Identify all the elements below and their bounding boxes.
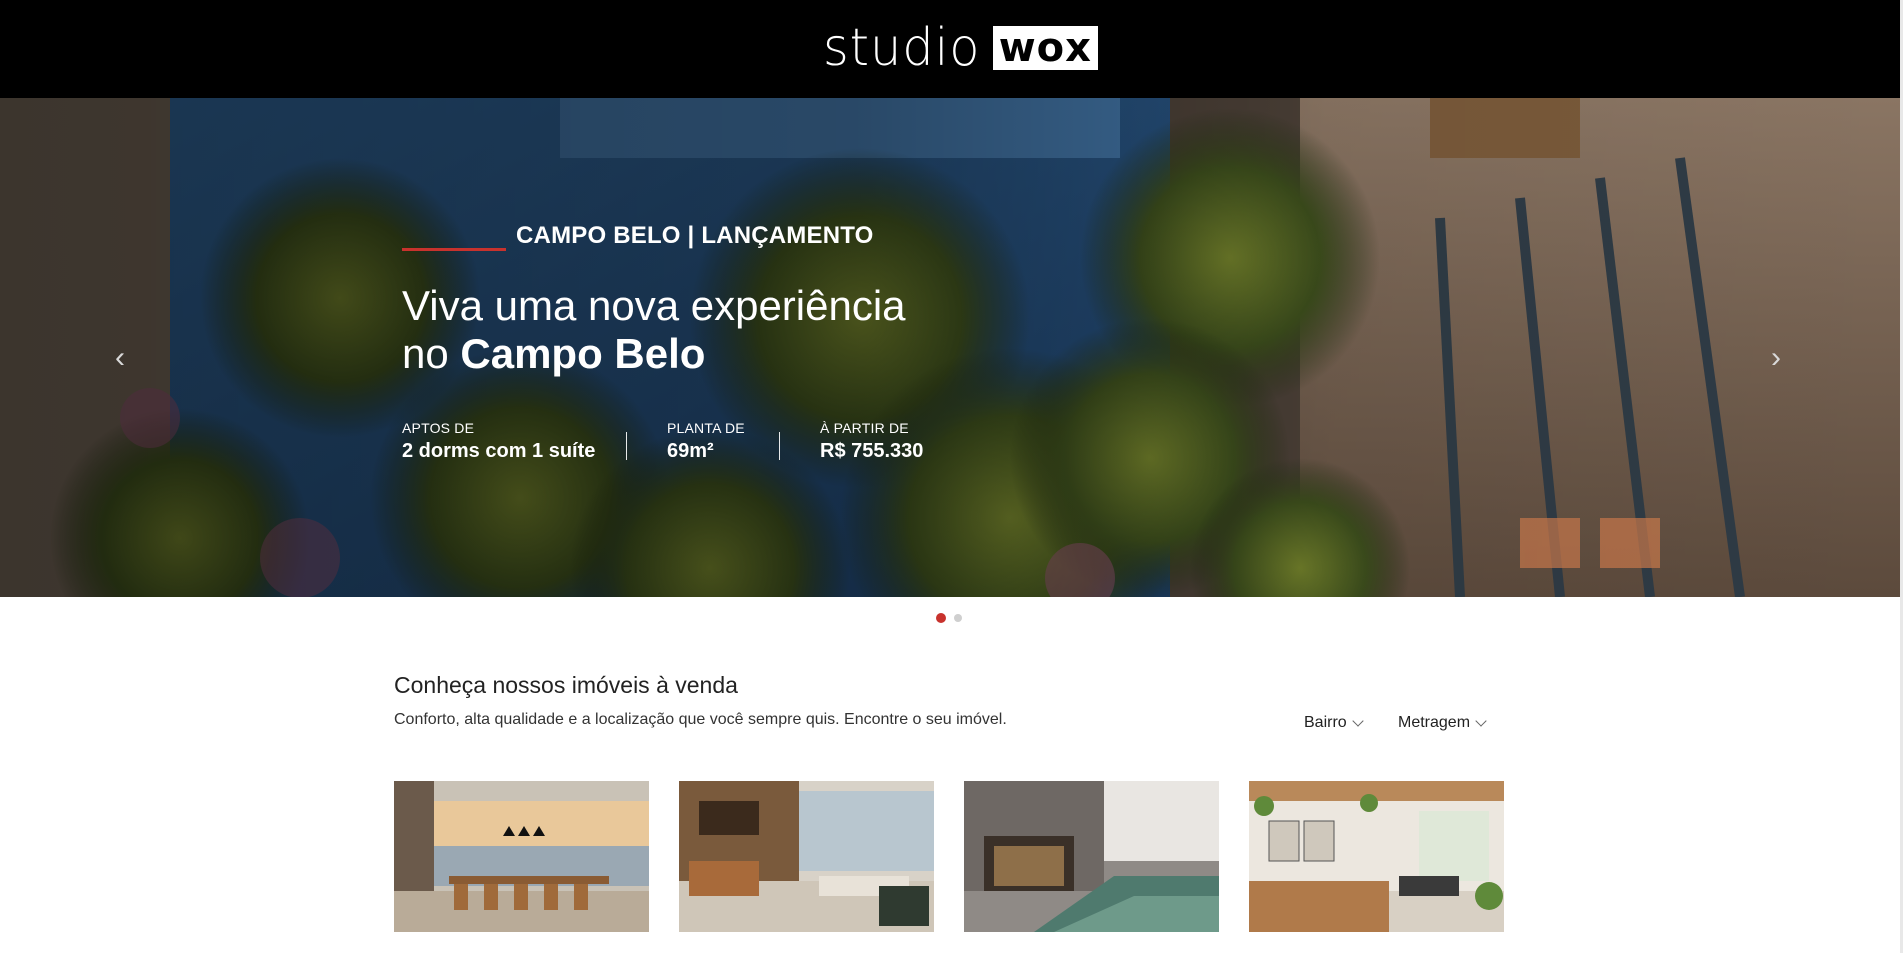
property-card-image[interactable]: [394, 781, 649, 932]
spec-price: À PARTIR DE R$ 755.330: [820, 420, 923, 463]
chevron-right-icon[interactable]: ›: [1762, 340, 1790, 376]
property-photo-dining: [394, 781, 649, 932]
spec-bedrooms: APTOS DE 2 dorms com 1 suíte: [402, 420, 595, 463]
spec-divider: [779, 432, 780, 460]
property-card-image[interactable]: [679, 781, 934, 932]
spec-value: R$ 755.330: [820, 440, 924, 462]
chevron-down-icon: [1352, 714, 1364, 727]
property-photo-pool: [964, 781, 1219, 932]
hero-location-tag: CAMPO BELO | LANÇAMENTO: [516, 222, 874, 249]
carousel-dot[interactable]: [954, 614, 962, 622]
hero-headline-prefix: no: [402, 330, 449, 377]
property-card-image[interactable]: [964, 781, 1219, 932]
hero-headline-line1: Viva uma nova experiência: [402, 282, 906, 329]
filter-label: Metragem: [1398, 714, 1471, 731]
hero-headline: Viva uma nova experiência no Campo Belo: [402, 282, 906, 378]
spec-label: PLANTA DE: [667, 420, 745, 436]
filter-neighborhood-dropdown[interactable]: Bairro: [1304, 714, 1364, 732]
hero-headline-bold: Campo Belo: [460, 330, 706, 377]
property-card-image[interactable]: [1249, 781, 1504, 932]
section-title: Conheça nossos imóveis à venda: [394, 672, 738, 698]
logo-text-studio: studio: [823, 18, 981, 78]
filter-label: Bairro: [1304, 714, 1347, 731]
spec-value: 69m²: [667, 440, 714, 462]
spec-label: À PARTIR DE: [820, 420, 909, 436]
logo-text-wox: wox: [992, 26, 1098, 70]
spec-label: APTOS DE: [402, 420, 475, 436]
hero-overlay: [0, 98, 1900, 597]
site-header: studio wox: [0, 0, 1900, 98]
chevron-left-icon[interactable]: ‹: [106, 340, 134, 376]
carousel-dot-active[interactable]: [936, 613, 946, 623]
hero-carousel: CAMPO BELO | LANÇAMENTO Viva uma nova ex…: [0, 98, 1900, 597]
filter-size-dropdown[interactable]: Metragem: [1398, 714, 1487, 732]
studio-wox-logo[interactable]: studio wox: [823, 18, 1098, 78]
carousel-indicators: [936, 613, 962, 623]
spec-value: 2 dorms com 1 suíte: [402, 440, 596, 462]
spec-divider: [626, 432, 627, 460]
property-photo-living: [679, 781, 934, 932]
property-photo-kitchen: [1249, 781, 1504, 932]
section-subtitle: Conforto, alta qualidade e a localização…: [394, 711, 1007, 728]
spec-area: PLANTA DE 69m²: [667, 420, 745, 463]
chevron-down-icon: [1475, 714, 1487, 727]
hero-accent-line: [402, 248, 506, 251]
